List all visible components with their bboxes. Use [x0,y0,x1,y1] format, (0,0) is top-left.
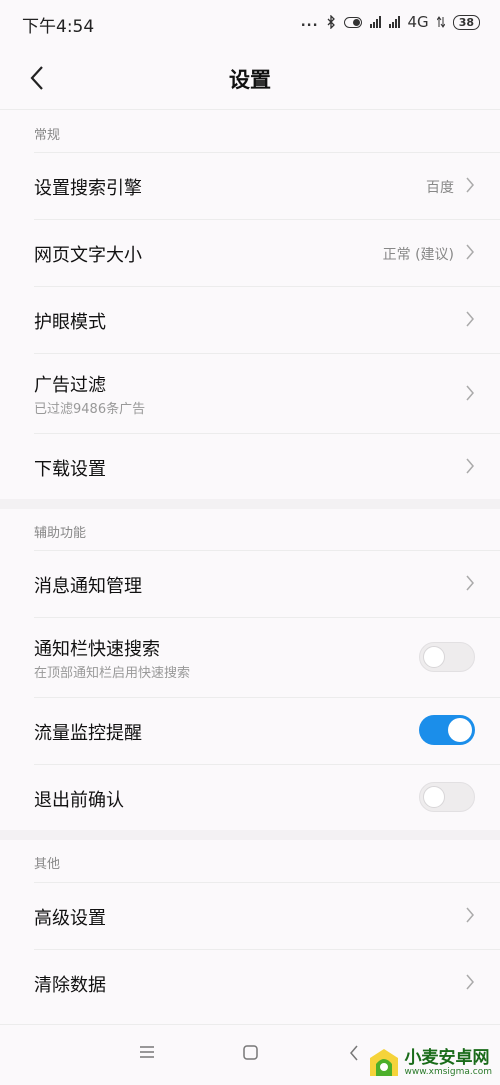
watermark-logo-icon [369,1049,398,1076]
battery-icon: 38 [452,14,480,30]
watermark-text: 小麦安卓网 www.xmsigma.com [405,1049,492,1078]
row-quick-search: 通知栏快速搜索 在顶部通知栏启用快速搜索 [0,617,500,696]
chevron-right-icon [466,907,474,923]
row-notify-mgmt[interactable]: 消息通知管理 [0,550,500,616]
row-title: 流量监控提醒 [34,723,142,744]
watermark: 小麦安卓网 www.xmsigma.com [367,1046,492,1080]
menu-icon[interactable] [139,1045,155,1059]
row-search-engine[interactable]: 设置搜索引擎 百度 [0,152,500,218]
row-subtitle: 在顶部通知栏启用快速搜索 [34,666,191,681]
back-nav-icon[interactable] [349,1045,359,1061]
row-title: 清除数据 [34,975,106,996]
chevron-right-icon [466,177,474,193]
row-exit-confirm: 退出前确认 [0,764,500,830]
page-title: 设置 [229,68,271,92]
chevron-right-icon [466,974,474,990]
signal-hd-icon [388,16,400,28]
row-download[interactable]: 下载设置 [0,433,500,499]
watermark-title: 小麦安卓网 [404,1047,490,1068]
status-time: 下午4:54 [22,17,95,37]
section-label-assist: 辅助功能 [34,526,87,541]
row-title: 通知栏快速搜索 [34,639,160,660]
divider [0,109,500,110]
row-value: 正常 (建议) [382,247,454,263]
bluetooth-icon [327,15,335,29]
chevron-right-icon [466,385,474,401]
nav-bar: 设置 [0,46,500,110]
exit-confirm-toggle[interactable] [419,782,475,812]
row-title: 网页文字大小 [34,245,142,266]
chevron-right-icon [466,458,474,474]
row-value: 百度 [426,180,454,196]
status-icons: ... 4G 38 [301,13,480,31]
row-traffic-alert: 流量监控提醒 [0,697,500,763]
row-subtitle: 已过滤9486条广告 [34,402,146,417]
more-dots-icon: ... [300,14,319,30]
section-label-general: 常规 [34,128,61,143]
toggle-knob [423,786,445,808]
traffic-alert-toggle[interactable] [419,715,475,745]
section-gap [0,499,500,509]
toggle-knob [423,646,445,668]
divider [34,617,500,618]
status-bar: 下午4:54 ... 4G 38 [0,0,500,46]
row-ad-filter[interactable]: 广告过滤 已过滤9486条广告 [0,353,500,432]
row-title: 退出前确认 [34,790,124,811]
network-type: 4G [407,13,429,31]
signal-icon [369,16,381,28]
divider [34,433,500,434]
divider [34,219,500,220]
row-title: 高级设置 [34,908,106,929]
toggle-knob [448,718,472,742]
row-title: 护眼模式 [34,312,106,333]
divider [34,882,500,883]
watermark-url: www.xmsigma.com [404,1066,492,1077]
data-arrows-icon [436,16,445,28]
section-gap [0,830,500,840]
row-clear-data[interactable]: 清除数据 [0,949,500,1015]
chevron-right-icon [466,244,474,260]
divider [34,152,500,153]
chevron-right-icon [466,311,474,327]
row-advanced[interactable]: 高级设置 [0,882,500,948]
divider [34,764,500,765]
row-title: 广告过滤 [34,375,106,396]
chevron-right-icon [466,575,474,591]
row-font-size[interactable]: 网页文字大小 正常 (建议) [0,219,500,285]
divider [34,949,500,950]
divider [34,697,500,698]
home-icon[interactable] [243,1045,258,1060]
row-eye-care[interactable]: 护眼模式 [0,286,500,352]
section-label-other: 其他 [34,857,61,872]
divider [34,550,500,551]
mute-toggle-icon [343,16,362,28]
divider [34,353,500,354]
divider [34,286,500,287]
row-title: 设置搜索引擎 [34,178,142,199]
row-title: 消息通知管理 [34,576,142,597]
quick-search-toggle[interactable] [419,642,475,672]
row-title: 下载设置 [34,459,106,480]
